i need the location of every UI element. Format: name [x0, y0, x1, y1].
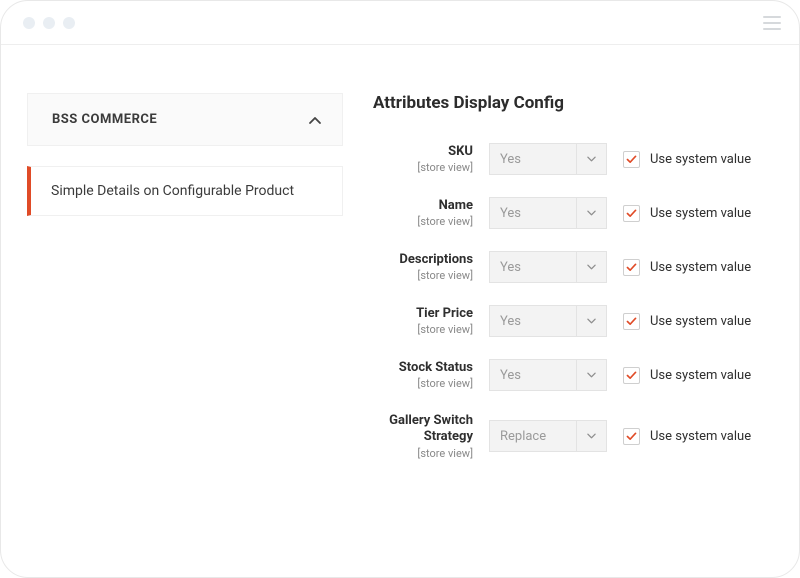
caret-down-icon	[576, 198, 606, 228]
field-label-col: Stock Status [store view]	[365, 360, 473, 390]
title-bar	[1, 1, 799, 45]
caret-down-icon	[576, 360, 606, 390]
maximize-window-icon[interactable]	[63, 17, 75, 29]
window-controls	[23, 17, 75, 29]
field-label-col: SKU [store view]	[365, 144, 473, 174]
field-label: Gallery Switch Strategy	[365, 413, 473, 446]
caret-down-icon	[576, 144, 606, 174]
checkbox-icon	[623, 428, 640, 445]
sidebar: BSS COMMERCE Simple Details on Configura…	[27, 93, 343, 460]
caret-down-icon	[576, 252, 606, 282]
content: BSS COMMERCE Simple Details on Configura…	[1, 45, 799, 460]
use-system-value-toggle[interactable]: Use system value	[623, 205, 751, 222]
select-dropdown[interactable]: Yes	[489, 143, 607, 175]
select-value: Yes	[490, 198, 576, 228]
config-panel: Attributes Display Config SKU [store vie…	[365, 93, 773, 460]
checkbox-icon	[623, 367, 640, 384]
use-system-label: Use system value	[650, 429, 751, 444]
field-scope: [store view]	[365, 447, 473, 460]
chevron-up-icon	[308, 113, 322, 127]
field-scope: [store view]	[365, 323, 473, 336]
use-system-label: Use system value	[650, 314, 751, 329]
use-system-label: Use system value	[650, 260, 751, 275]
app-window: BSS COMMERCE Simple Details on Configura…	[0, 0, 800, 578]
use-system-label: Use system value	[650, 152, 751, 167]
select-value: Replace	[490, 421, 576, 451]
caret-down-icon	[576, 421, 606, 451]
field-label-col: Gallery Switch Strategy [store view]	[365, 413, 473, 460]
field-scope: [store view]	[365, 269, 473, 282]
field-scope: [store view]	[365, 377, 473, 390]
field-row: Name [store view] Yes Use system value	[365, 197, 773, 229]
field-row: Stock Status [store view] Yes Use system…	[365, 359, 773, 391]
select-value: Yes	[490, 360, 576, 390]
sidebar-item-simple-details[interactable]: Simple Details on Configurable Product	[27, 166, 343, 216]
select-dropdown[interactable]: Yes	[489, 359, 607, 391]
field-row: SKU [store view] Yes Use system value	[365, 143, 773, 175]
field-label: Stock Status	[365, 360, 473, 376]
select-dropdown[interactable]: Yes	[489, 305, 607, 337]
field-label-col: Descriptions [store view]	[365, 252, 473, 282]
field-row: Descriptions [store view] Yes Use system…	[365, 251, 773, 283]
select-value: Yes	[490, 252, 576, 282]
field-row: Tier Price [store view] Yes Use system v…	[365, 305, 773, 337]
sidebar-section-bss-commerce[interactable]: BSS COMMERCE	[27, 93, 343, 146]
select-dropdown[interactable]: Yes	[489, 197, 607, 229]
use-system-value-toggle[interactable]: Use system value	[623, 151, 751, 168]
select-dropdown[interactable]: Replace	[489, 420, 607, 452]
checkbox-icon	[623, 259, 640, 276]
select-dropdown[interactable]: Yes	[489, 251, 607, 283]
checkbox-icon	[623, 151, 640, 168]
caret-down-icon	[576, 306, 606, 336]
field-label-col: Tier Price [store view]	[365, 306, 473, 336]
minimize-window-icon[interactable]	[43, 17, 55, 29]
select-value: Yes	[490, 144, 576, 174]
checkbox-icon	[623, 205, 640, 222]
field-label: Name	[365, 198, 473, 214]
field-label: Descriptions	[365, 252, 473, 268]
checkbox-icon	[623, 313, 640, 330]
close-window-icon[interactable]	[23, 17, 35, 29]
use-system-value-toggle[interactable]: Use system value	[623, 313, 751, 330]
field-label-col: Name [store view]	[365, 198, 473, 228]
field-row: Gallery Switch Strategy [store view] Rep…	[365, 413, 773, 460]
field-label: SKU	[365, 144, 473, 160]
field-label: Tier Price	[365, 306, 473, 322]
use-system-label: Use system value	[650, 368, 751, 383]
field-scope: [store view]	[365, 161, 473, 174]
menu-icon[interactable]	[763, 16, 781, 30]
select-value: Yes	[490, 306, 576, 336]
section-title: Attributes Display Config	[373, 93, 773, 113]
use-system-value-toggle[interactable]: Use system value	[623, 259, 751, 276]
field-scope: [store view]	[365, 215, 473, 228]
use-system-value-toggle[interactable]: Use system value	[623, 428, 751, 445]
sidebar-item-label: Simple Details on Configurable Product	[51, 183, 294, 199]
use-system-value-toggle[interactable]: Use system value	[623, 367, 751, 384]
use-system-label: Use system value	[650, 206, 751, 221]
sidebar-section-title: BSS COMMERCE	[52, 112, 157, 127]
field-list: SKU [store view] Yes Use system value Na…	[365, 143, 773, 460]
